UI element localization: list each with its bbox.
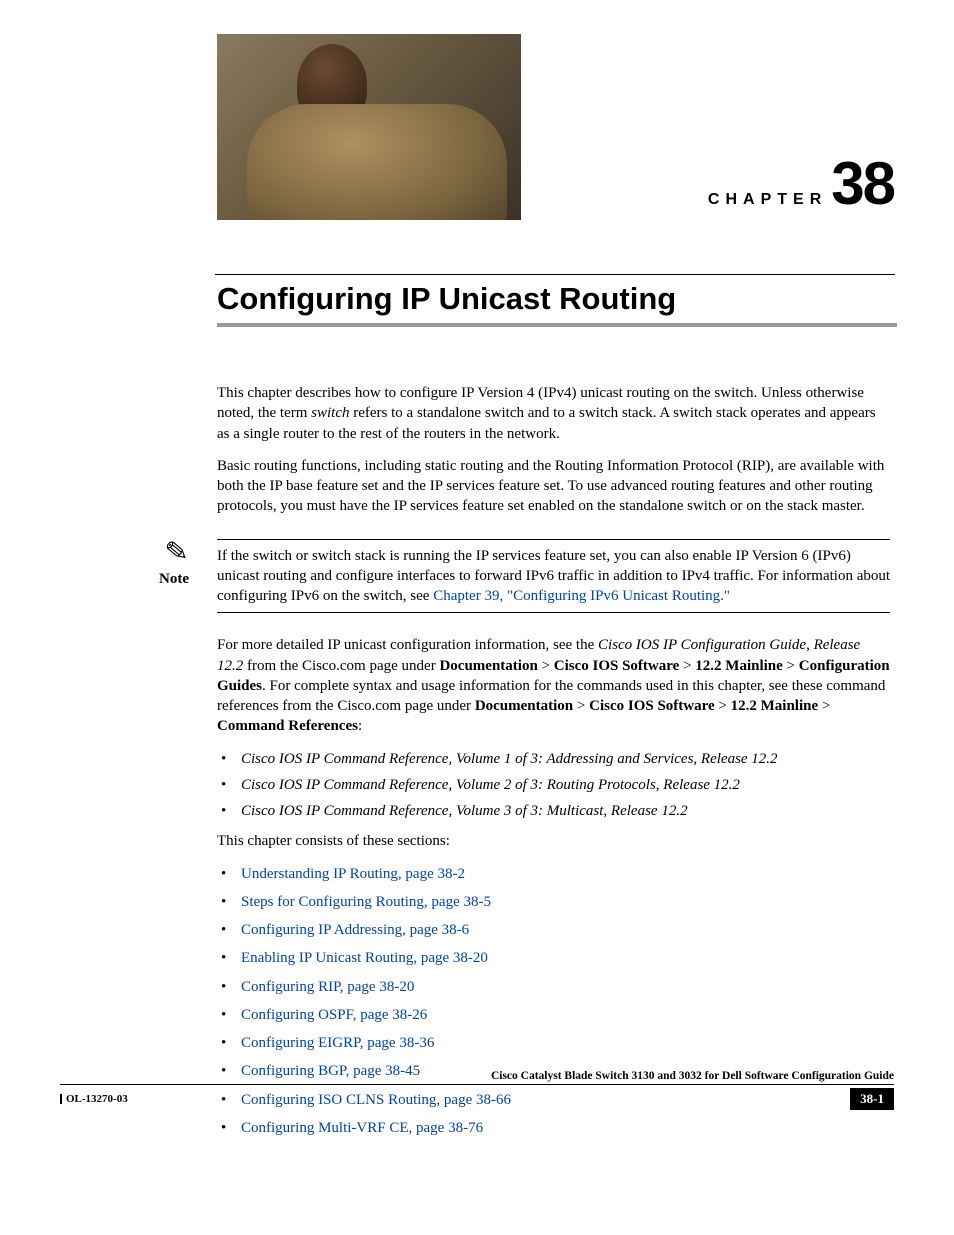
text: > xyxy=(573,698,589,714)
text: > xyxy=(783,658,799,674)
intro-paragraph-2: Basic routing functions, including stati… xyxy=(217,456,890,517)
section-link[interactable]: Steps for Configuring Routing, page 38-5 xyxy=(241,894,491,910)
breadcrumb-part: Documentation xyxy=(475,698,573,714)
note-label: Note xyxy=(159,569,217,589)
reference-title: Cisco IOS IP Command Reference, Volume 3… xyxy=(241,803,688,819)
section-link[interactable]: Configuring RIP, page 38-20 xyxy=(241,979,414,995)
text: : xyxy=(358,718,362,734)
text: from the Cisco.com page under xyxy=(243,658,439,674)
list-item: Configuring EIGRP, page 38-36 xyxy=(241,1033,890,1053)
list-item: Configuring RIP, page 38-20 xyxy=(241,977,890,997)
reference-title: Cisco IOS IP Command Reference, Volume 2… xyxy=(241,777,740,793)
section-link[interactable]: Understanding IP Routing, page 38-2 xyxy=(241,866,465,882)
reference-title: Cisco IOS IP Command Reference, Volume 1… xyxy=(241,751,778,767)
reference-list: Cisco IOS IP Command Reference, Volume 1… xyxy=(241,749,890,822)
text: > xyxy=(679,658,695,674)
text: For more detailed IP unicast configurati… xyxy=(217,637,598,653)
text-italic: switch xyxy=(311,405,349,421)
section-link[interactable]: Enabling IP Unicast Routing, page 38-20 xyxy=(241,950,488,966)
breadcrumb-part: 12.2 Mainline xyxy=(731,698,819,714)
list-item: Cisco IOS IP Command Reference, Volume 2… xyxy=(241,775,890,795)
intro-paragraph-1: This chapter describes how to configure … xyxy=(217,383,890,444)
sections-intro: This chapter consists of these sections: xyxy=(217,831,890,851)
breadcrumb-part: Cisco IOS Software xyxy=(589,698,715,714)
note-pen-icon: ✎ xyxy=(164,538,190,568)
list-item: Cisco IOS IP Command Reference, Volume 1… xyxy=(241,749,890,769)
section-link[interactable]: Configuring IP Addressing, page 38-6 xyxy=(241,922,469,938)
list-item: Steps for Configuring Routing, page 38-5 xyxy=(241,892,890,912)
breadcrumb-part: Documentation xyxy=(439,658,537,674)
footer-rule xyxy=(60,1084,894,1085)
list-item: Understanding IP Routing, page 38-2 xyxy=(241,864,890,884)
text: > xyxy=(538,658,554,674)
footer-tick-icon xyxy=(60,1094,62,1104)
list-item: Cisco IOS IP Command Reference, Volume 3… xyxy=(241,801,890,821)
page-title: Configuring IP Unicast Routing xyxy=(217,281,894,317)
note-link-chapter-39[interactable]: Chapter 39, "Configuring IPv6 Unicast Ro… xyxy=(433,588,730,604)
breadcrumb-part: 12.2 Mainline xyxy=(695,658,783,674)
section-link[interactable]: Configuring Multi-VRF CE, page 38-76 xyxy=(241,1120,483,1136)
chapter-number: 38 xyxy=(831,154,894,214)
chapter-word: CHAPTER xyxy=(708,191,827,209)
chapter-header: CHAPTER 38 xyxy=(217,34,894,220)
reference-intro-paragraph: For more detailed IP unicast configurati… xyxy=(217,635,890,736)
section-link[interactable]: Configuring OSPF, page 38-26 xyxy=(241,1007,427,1023)
title-rule-bottom xyxy=(217,323,897,327)
list-item: Enabling IP Unicast Routing, page 38-20 xyxy=(241,948,890,968)
title-rule-top xyxy=(215,274,895,275)
footer-guide-title: Cisco Catalyst Blade Switch 3130 and 303… xyxy=(60,1070,894,1082)
section-link[interactable]: Configuring EIGRP, page 38-36 xyxy=(241,1035,434,1051)
page-footer: Cisco Catalyst Blade Switch 3130 and 303… xyxy=(60,1070,894,1110)
list-item: Configuring OSPF, page 38-26 xyxy=(241,1005,890,1025)
footer-page-number: 38-1 xyxy=(850,1088,894,1110)
footer-doc-id: OL-13270-03 xyxy=(66,1093,128,1105)
body-content: This chapter describes how to configure … xyxy=(217,383,890,1138)
list-item: Configuring Multi-VRF CE, page 38-76 xyxy=(241,1118,890,1138)
text: > xyxy=(818,698,830,714)
breadcrumb-part: Cisco IOS Software xyxy=(554,658,680,674)
chapter-label-block: CHAPTER 38 xyxy=(708,154,894,220)
text: > xyxy=(715,698,731,714)
breadcrumb-part: Command References xyxy=(217,718,358,734)
note-block: ✎ Note If the switch or switch stack is … xyxy=(159,539,890,614)
list-item: Configuring IP Addressing, page 38-6 xyxy=(241,920,890,940)
chapter-photo xyxy=(217,34,521,220)
